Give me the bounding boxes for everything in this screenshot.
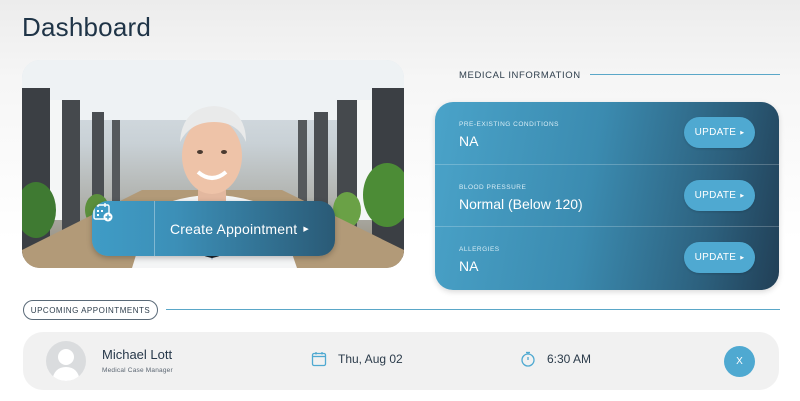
row-label: ALLERGIES — [459, 246, 500, 253]
appointment-name: Michael Lott — [102, 347, 173, 362]
appointment-date: Thu, Aug 02 — [311, 351, 403, 367]
appointment-role: Medical Case Manager — [102, 367, 173, 374]
play-arrow-icon: ▶ — [740, 129, 745, 136]
medical-info-card: PRE-EXISTING CONDITIONS NA UPDATE ▶ BLOOD… — [435, 102, 779, 290]
calendar-icon — [311, 352, 327, 367]
play-arrow-icon: ▶ — [303, 225, 309, 233]
medical-info-heading: MEDICAL INFORMATION — [459, 70, 581, 81]
cancel-appointment-button[interactable]: X — [724, 346, 755, 377]
row-value: NA — [459, 258, 479, 274]
row-label: BLOOD PRESSURE — [459, 184, 527, 191]
heading-divider — [590, 74, 780, 75]
update-allergies-button[interactable]: UPDATE ▶ — [684, 242, 755, 273]
update-blood-pressure-button[interactable]: UPDATE ▶ — [684, 180, 755, 211]
appointment-card: Michael Lott Medical Case Manager Thu, A… — [23, 332, 779, 390]
medical-row-blood-pressure: BLOOD PRESSURE Normal (Below 120) UPDATE… — [435, 164, 779, 226]
avatar — [46, 341, 86, 381]
heading-divider — [166, 309, 780, 310]
medical-row-conditions: PRE-EXISTING CONDITIONS NA UPDATE ▶ — [435, 102, 779, 164]
stopwatch-icon — [521, 351, 535, 367]
play-arrow-icon: ▶ — [740, 192, 745, 199]
user-silhouette-icon — [52, 349, 80, 381]
row-value: NA — [459, 133, 479, 149]
calendar-add-icon — [92, 201, 155, 256]
play-arrow-icon: ▶ — [740, 254, 745, 261]
row-label: PRE-EXISTING CONDITIONS — [459, 121, 559, 128]
appointment-date-text: Thu, Aug 02 — [338, 352, 403, 366]
page-title: Dashboard — [22, 12, 151, 42]
appointment-time: 6:30 AM — [520, 351, 591, 367]
create-appointment-button[interactable]: Create Appointment ▶ — [92, 201, 335, 256]
upcoming-appointments-heading: UPCOMING APPOINTMENTS — [23, 300, 158, 320]
row-value: Normal (Below 120) — [459, 196, 583, 212]
appointment-time-text: 6:30 AM — [547, 352, 592, 366]
create-appointment-label: Create Appointment ▶ — [170, 220, 309, 237]
doctor-hero-image: Create Appointment ▶ — [22, 60, 404, 268]
medical-row-allergies: ALLERGIES NA UPDATE ▶ — [435, 226, 779, 288]
update-conditions-button[interactable]: UPDATE ▶ — [684, 117, 755, 148]
